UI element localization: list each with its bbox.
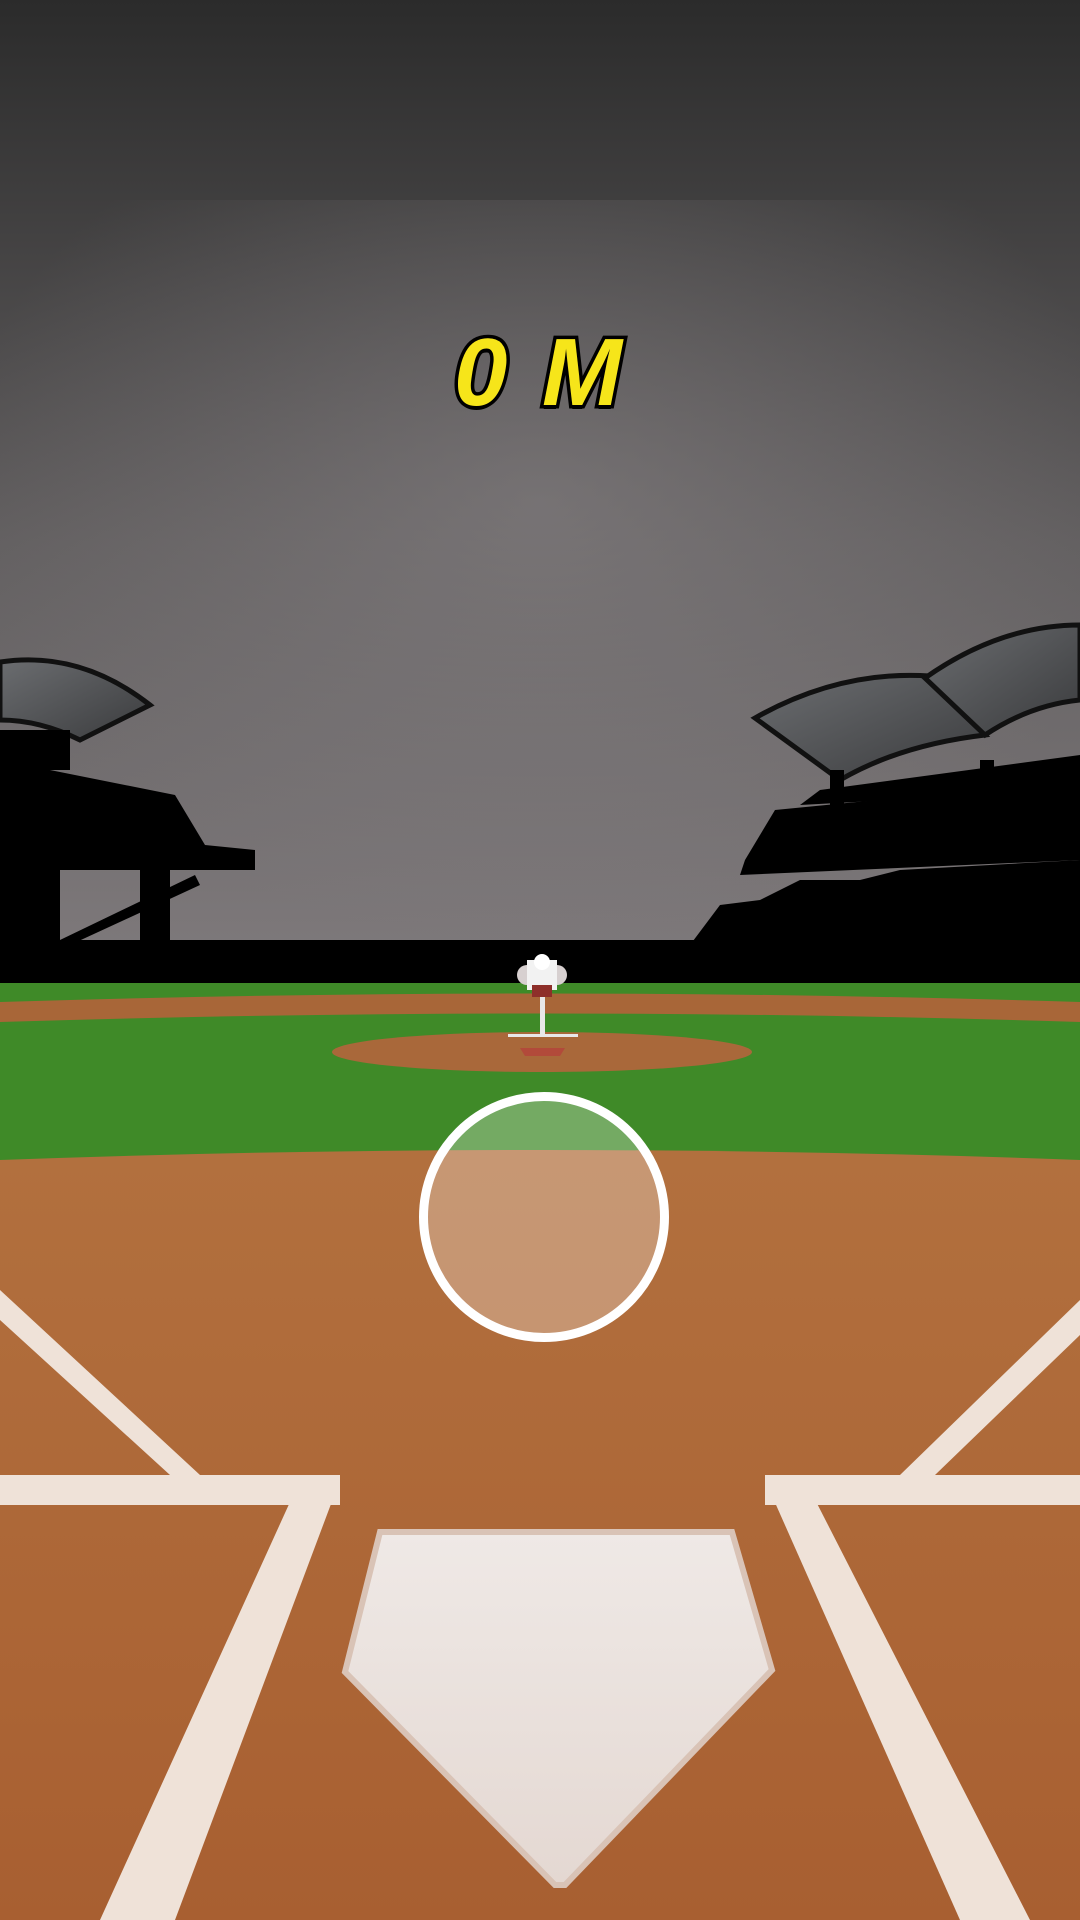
- circle-target-icon[interactable]: [419, 1092, 669, 1342]
- stadium-scene: [0, 0, 1080, 1920]
- distance-counter: 0 M: [450, 316, 627, 430]
